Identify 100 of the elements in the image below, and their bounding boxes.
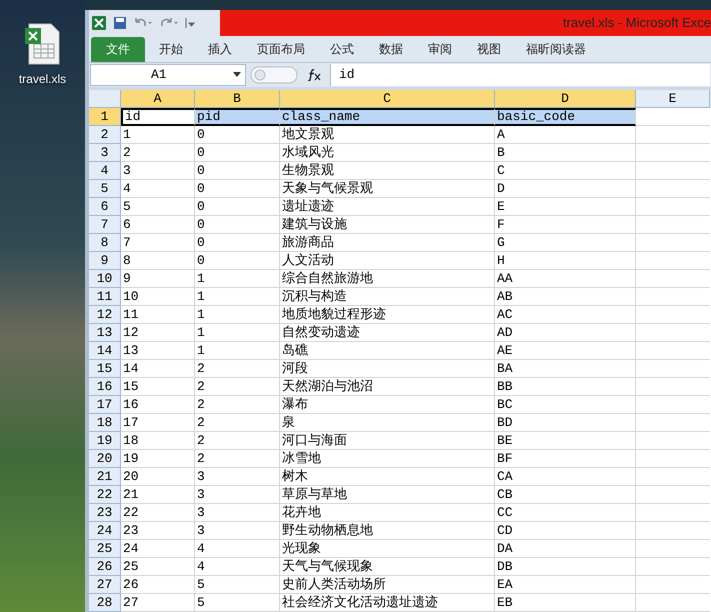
table-cell: BC [495, 396, 636, 414]
dropdown-caret-icon[interactable] [233, 72, 241, 78]
row-header[interactable]: 10 [89, 270, 121, 288]
ribbon-tab[interactable]: 公式 [319, 36, 365, 62]
table-cell: CB [495, 486, 636, 504]
table-cell: BE [495, 432, 636, 450]
column-header[interactable]: B [195, 90, 280, 108]
row-header[interactable]: 8 [89, 234, 121, 252]
table-cell: 冰雪地 [280, 450, 495, 468]
table-cell: 17 [121, 414, 195, 432]
save-icon[interactable] [113, 16, 127, 30]
table-cell: 4 [195, 558, 280, 576]
row-header[interactable]: 2 [89, 126, 121, 144]
table-cell: E [495, 198, 636, 216]
row-header[interactable]: 19 [89, 432, 121, 450]
row-header[interactable]: 1 [89, 108, 121, 126]
table-cell: CC [495, 504, 636, 522]
table-cell: 1 [195, 288, 280, 306]
table-cell: EB [495, 594, 636, 612]
window-title: travel.xls - Microsoft Exce [562, 14, 711, 32]
row-header[interactable]: 20 [89, 450, 121, 468]
spreadsheet-file-icon[interactable] [22, 22, 62, 66]
column-header[interactable]: D [495, 90, 636, 108]
table-cell: 1 [195, 342, 280, 360]
row-header[interactable]: 21 [89, 468, 121, 486]
table-cell: H [495, 252, 636, 270]
table-cell: 4 [121, 180, 195, 198]
ribbon-tab[interactable]: 福昕阅读器 [515, 36, 597, 62]
table-cell: 2 [121, 144, 195, 162]
file-label[interactable]: travel.xls [18, 70, 66, 88]
table-cell: BD [495, 414, 636, 432]
row-header[interactable]: 23 [89, 504, 121, 522]
table-cell: 0 [195, 144, 280, 162]
table-cell: 自然变动遗迹 [280, 324, 495, 342]
row-header[interactable]: 22 [89, 486, 121, 504]
table-cell: 5 [195, 576, 280, 594]
row-header[interactable]: 12 [89, 306, 121, 324]
table-cell: 5 [121, 198, 195, 216]
table-cell: 23 [121, 522, 195, 540]
table-cell: 河段 [280, 360, 495, 378]
row-header[interactable]: 13 [89, 324, 121, 342]
name-box[interactable]: A1 [90, 64, 246, 86]
table-cell: 25 [121, 558, 195, 576]
row-header[interactable]: 17 [89, 396, 121, 414]
customize-icon[interactable] [185, 16, 195, 30]
table-cell: 2 [195, 360, 280, 378]
table-cell: 河口与海面 [280, 432, 495, 450]
ribbon-tab[interactable]: 数据 [368, 36, 414, 62]
table-cell: 3 [195, 486, 280, 504]
row-header[interactable]: 11 [89, 288, 121, 306]
file-tab[interactable]: 文件 [91, 36, 145, 62]
table-cell: DB [495, 558, 636, 576]
row-header[interactable]: 24 [89, 522, 121, 540]
formula-field[interactable]: id [330, 64, 710, 86]
column-header[interactable]: E [636, 90, 710, 108]
table-cell: 野生动物栖息地 [280, 522, 495, 540]
row-header[interactable]: 16 [89, 378, 121, 396]
table-cell: 16 [121, 396, 195, 414]
column-header[interactable]: C [280, 90, 495, 108]
ribbon-tab[interactable]: 开始 [148, 36, 194, 62]
table-cell: 7 [121, 234, 195, 252]
table-cell: 22 [121, 504, 195, 522]
ribbon-tab[interactable]: 审阅 [417, 36, 463, 62]
table-cell: 27 [121, 594, 195, 612]
row-header[interactable]: 4 [89, 162, 121, 180]
function-icon[interactable] [307, 68, 321, 81]
table-cell: 26 [121, 576, 195, 594]
table-cell: 2 [195, 432, 280, 450]
table-cell: BA [495, 360, 636, 378]
table-cell: 史前人类活动场所 [280, 576, 495, 594]
row-header[interactable]: 6 [89, 198, 121, 216]
table-cell: EA [495, 576, 636, 594]
excel-icon [91, 15, 107, 32]
row-header[interactable]: 9 [89, 252, 121, 270]
row-header[interactable]: 3 [89, 144, 121, 162]
row-header[interactable]: 18 [89, 414, 121, 432]
row-header[interactable]: 26 [89, 558, 121, 576]
table-cell: 沉积与构造 [280, 288, 495, 306]
row-header[interactable]: 14 [89, 342, 121, 360]
table-cell: 15 [121, 378, 195, 396]
table-cell: 8 [121, 252, 195, 270]
column-header[interactable]: A [121, 90, 195, 108]
table-cell: AC [495, 306, 636, 324]
table-cell: BB [495, 378, 636, 396]
table-cell: 草原与草地 [280, 486, 495, 504]
row-header[interactable]: 5 [89, 180, 121, 198]
row-header[interactable]: 15 [89, 360, 121, 378]
table-cell: AA [495, 270, 636, 288]
table-cell: 天然湖泊与池沼 [280, 378, 495, 396]
row-header[interactable]: 7 [89, 216, 121, 234]
row-header[interactable]: 27 [89, 576, 121, 594]
table-cell: 2 [195, 450, 280, 468]
row-header[interactable]: 28 [89, 594, 121, 612]
row-header[interactable]: 25 [89, 540, 121, 558]
ribbon-tab[interactable]: 页面布局 [246, 36, 316, 62]
ribbon-tab[interactable]: 插入 [197, 36, 243, 62]
table-cell: 光现象 [280, 540, 495, 558]
ribbon-tab[interactable]: 视图 [466, 36, 512, 62]
table-cell: 0 [195, 234, 280, 252]
table-cell: 3 [195, 504, 280, 522]
